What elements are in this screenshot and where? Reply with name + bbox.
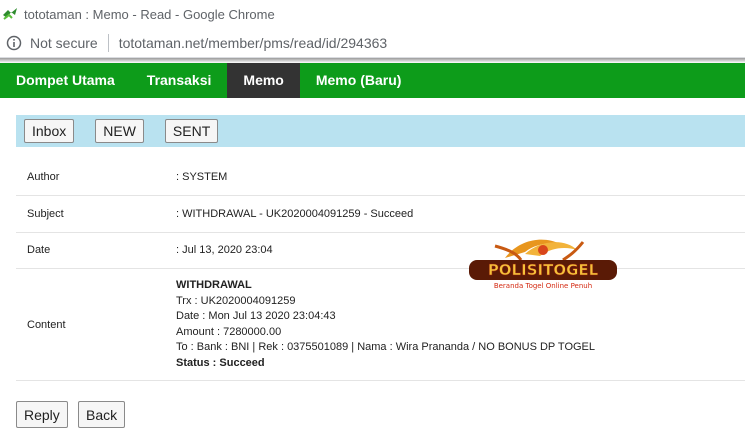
content-row: Content WITHDRAWAL Trx : UK2020004091259… <box>16 268 745 381</box>
site-favicon-icon <box>3 8 17 20</box>
memo-detail-table: Author : SYSTEM Subject : WITHDRAWAL - U… <box>16 159 745 381</box>
content-line-trx: Trx : UK2020004091259 <box>176 294 296 307</box>
main-nav: Dompet Utama Transaksi Memo Memo (Baru) <box>0 63 745 98</box>
address-separator <box>107 33 109 52</box>
date-row: Date : Jul 13, 2020 23:04 <box>16 232 745 269</box>
window-title: tototaman : Memo - Read - Google Chrome <box>24 6 275 22</box>
content-line-recipient: To : Bank : BNI | Rek : 0375501089 | Nam… <box>176 341 596 353</box>
nav-item-transaksi[interactable]: Transaksi <box>131 63 228 98</box>
logo-tagline: Beranda Togel Online Penuh <box>494 282 592 290</box>
date-value: : Jul 13, 2020 23:04 <box>176 232 745 269</box>
sent-button[interactable]: SENT <box>164 119 219 143</box>
content-line-heading: WITHDRAWAL <box>176 279 252 291</box>
author-label: Author <box>16 159 176 196</box>
info-icon[interactable] <box>6 35 22 51</box>
nav-item-memo-baru[interactable]: Memo (Baru) <box>300 63 418 98</box>
address-bar[interactable]: Not secure tototaman.net/member/pms/read… <box>0 28 745 58</box>
inbox-button[interactable]: Inbox <box>24 119 75 143</box>
content-line-date: Date : Mon Jul 13 2020 23:04:43 <box>176 310 336 322</box>
new-button[interactable]: NEW <box>95 119 144 143</box>
subject-row: Subject : WITHDRAWAL - UK2020004091259 -… <box>16 195 745 233</box>
content-line-status: Status : Succeed <box>176 356 265 369</box>
reply-button[interactable]: Reply <box>16 401 68 428</box>
author-value: : SYSTEM <box>176 159 745 196</box>
content-line-amount: Amount : 7280000.00 <box>176 325 282 338</box>
url-text[interactable]: tototaman.net/member/pms/read/id/294363 <box>119 35 388 51</box>
content-body: WITHDRAWAL Trx : UK2020004091259 Date : … <box>176 268 745 381</box>
logo-wordmark: POLISITOGEL <box>488 261 599 279</box>
subject-label: Subject <box>16 195 176 233</box>
date-label: Date <box>16 232 176 269</box>
back-button[interactable]: Back <box>78 401 126 428</box>
memo-folder-bar: Inbox NEW SENT <box>16 115 745 147</box>
content-label: Content <box>16 268 176 381</box>
polisitogel-watermark-logo: POLISITOGEL Beranda Togel Online Penuh <box>469 239 617 290</box>
author-row: Author : SYSTEM <box>16 159 745 196</box>
nav-item-dompet-utama[interactable]: Dompet Utama <box>0 63 131 98</box>
browser-title-bar: tototaman : Memo - Read - Google Chrome <box>0 0 745 28</box>
security-status[interactable]: Not secure <box>30 35 98 51</box>
nav-item-memo[interactable]: Memo <box>227 63 300 98</box>
subject-value: : WITHDRAWAL - UK2020004091259 - Succeed <box>176 195 745 233</box>
